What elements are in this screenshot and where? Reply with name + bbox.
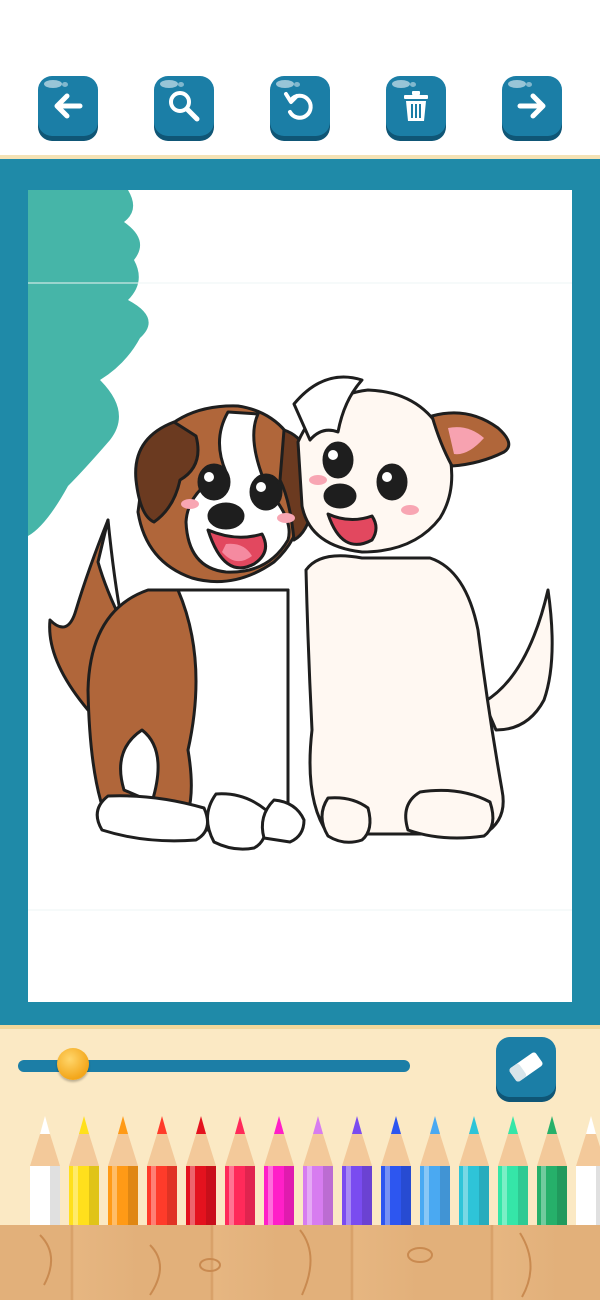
color-pencil[interactable] (379, 1110, 413, 1226)
magnifier-icon (169, 91, 200, 122)
color-pencil[interactable] (574, 1110, 600, 1226)
color-pencil[interactable] (535, 1110, 569, 1226)
white-dog (292, 375, 554, 844)
next-button[interactable] (502, 76, 562, 136)
undo-icon (284, 92, 313, 120)
painted-area (28, 190, 149, 536)
button-gloss (294, 82, 300, 87)
color-palette (0, 1110, 600, 1230)
button-gloss (44, 80, 62, 88)
color-pencil[interactable] (67, 1110, 101, 1226)
arrow-right-icon (517, 93, 546, 119)
eraser-button[interactable] (496, 1037, 556, 1097)
color-pencil[interactable] (28, 1110, 62, 1226)
button-gloss (410, 82, 416, 87)
eraser-icon (509, 1052, 543, 1082)
back-button[interactable] (38, 76, 98, 136)
button-gloss (508, 80, 526, 88)
toolbar (0, 0, 600, 155)
wood-grain (39, 1229, 532, 1298)
delete-button[interactable] (386, 76, 446, 136)
button-gloss (160, 80, 178, 88)
color-pencil[interactable] (145, 1110, 179, 1226)
color-pencil[interactable] (418, 1110, 452, 1226)
brown-dog (48, 404, 316, 851)
color-pencil[interactable] (496, 1110, 530, 1226)
button-gloss (276, 80, 294, 88)
color-pencil[interactable] (340, 1110, 374, 1226)
color-pencil[interactable] (301, 1110, 335, 1226)
color-pencil[interactable] (223, 1110, 257, 1226)
color-pencil[interactable] (262, 1110, 296, 1226)
brush-size-thumb[interactable] (56, 1048, 89, 1080)
color-pencil[interactable] (184, 1110, 218, 1226)
undo-button[interactable] (270, 76, 330, 136)
zoom-button[interactable] (154, 76, 214, 136)
button-gloss (392, 80, 410, 88)
color-pencil[interactable] (106, 1110, 140, 1226)
arrow-left-icon (54, 93, 83, 119)
button-gloss (526, 82, 532, 87)
button-gloss (62, 82, 68, 87)
wood-floor (0, 1225, 600, 1300)
color-pencil[interactable] (457, 1110, 491, 1226)
coloring-canvas[interactable] (28, 190, 572, 1002)
button-gloss (178, 82, 184, 87)
puppies-illustration (28, 190, 572, 911)
trash-icon (404, 91, 428, 121)
